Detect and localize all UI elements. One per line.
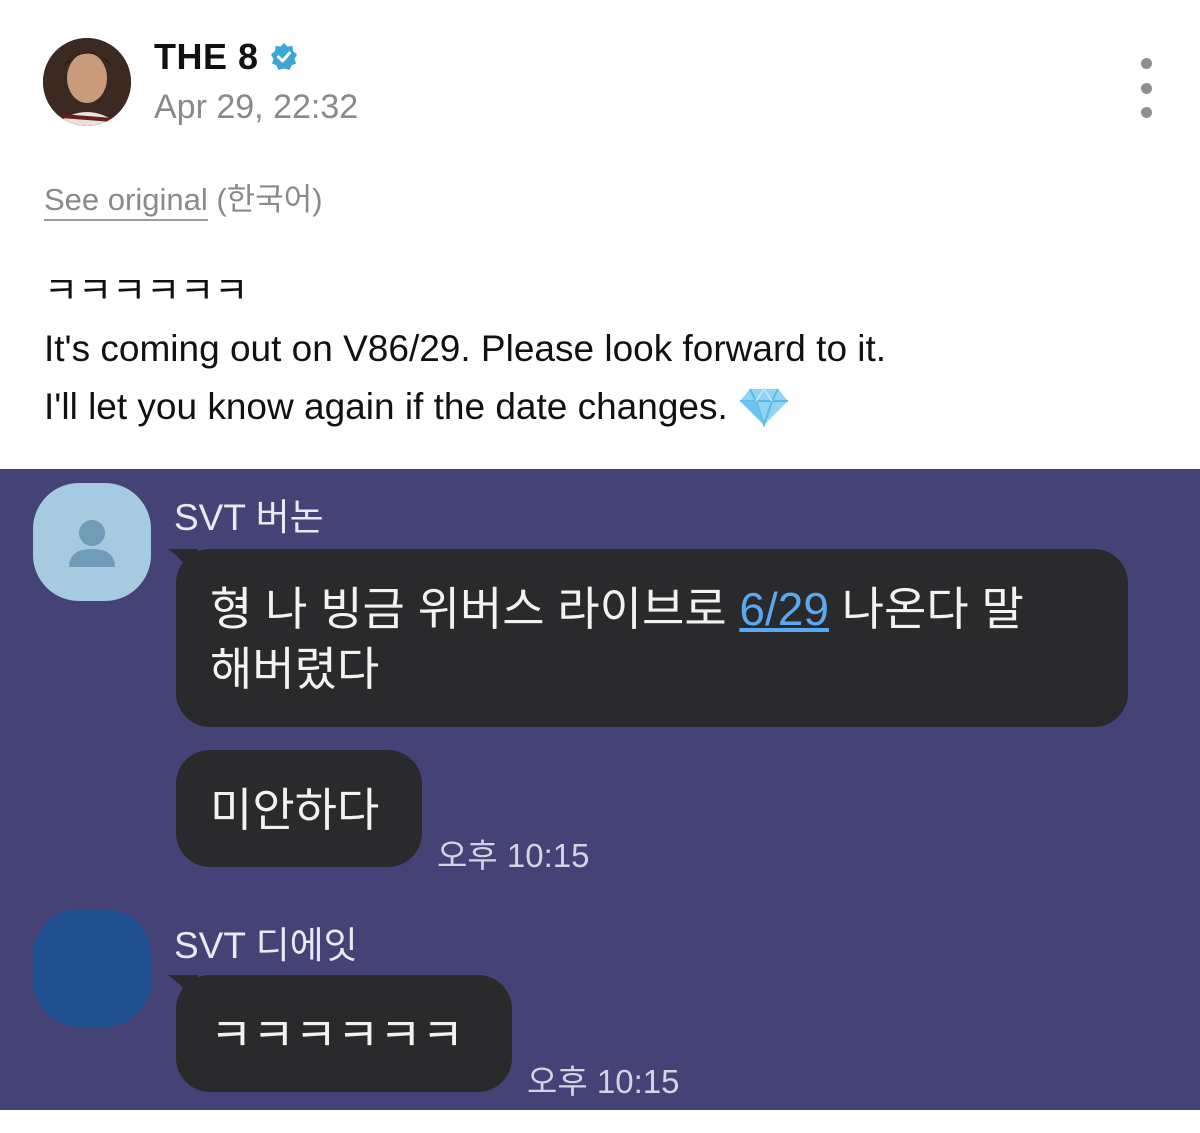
chat-bubble: 형 나 빙금 위버스 라이브로 6/29 나온다 말 해버렸다 xyxy=(168,549,1128,727)
verified-badge-icon xyxy=(270,43,297,70)
bubble-tail-icon xyxy=(168,975,198,1005)
message-text-part: 형 나 빙금 위버스 라이브로 xyxy=(210,583,740,635)
more-dot-icon xyxy=(1140,82,1152,94)
author-avatar[interactable] xyxy=(43,38,131,126)
author-name-text: THE 8 xyxy=(154,36,259,77)
message-text: 형 나 빙금 위버스 라이브로 6/29 나온다 말 xyxy=(210,579,1094,639)
message-text: 미안하다 xyxy=(210,784,380,836)
profile-picture-vernon xyxy=(33,483,151,601)
post-body: ㅋㅋㅋㅋㅋㅋ It's coming out on V86/29. Please… xyxy=(44,262,886,436)
translation-toggle: See original (한국어) xyxy=(44,174,323,221)
date-link[interactable]: 6/29 xyxy=(739,583,829,635)
post-line: ㅋㅋㅋㅋㅋㅋ xyxy=(44,270,249,311)
message-text-part: 나온다 말 xyxy=(828,583,1024,635)
post-line: It's coming out on V86/29. Please look f… xyxy=(44,328,887,369)
chat-screenshot: SVT 버논 형 나 빙금 위버스 라이브로 6/29 나온다 말 해버렸다 미… xyxy=(0,469,1200,1110)
profile-picture-the8 xyxy=(33,909,151,1027)
bubble-tail-icon xyxy=(168,549,198,579)
post-line-text: I'll let you know again if the date chan… xyxy=(44,386,728,427)
chat-bubble: ㅋㅋㅋㅋㅋㅋ xyxy=(168,975,512,1092)
more-options-button[interactable] xyxy=(1130,58,1162,118)
default-profile-icon xyxy=(69,520,115,567)
sender-name: SVT 버논 xyxy=(174,497,324,538)
gem-icon xyxy=(739,387,788,427)
author-name[interactable]: THE 8 xyxy=(154,36,299,78)
see-original-link[interactable]: See original xyxy=(44,182,208,221)
chat-bubble: 미안하다 xyxy=(176,750,422,867)
more-dot-icon xyxy=(1140,107,1152,118)
post-header: THE 8 Apr 29, 22:32 xyxy=(0,0,1200,150)
message-text-line2: 해버렸다 xyxy=(210,643,380,695)
message-time: 오후 10:15 xyxy=(527,1063,680,1100)
message-time: 오후 10:15 xyxy=(437,837,590,874)
original-language-label: (한국어) xyxy=(216,182,323,217)
post-line: I'll let you know again if the date chan… xyxy=(44,378,886,436)
post-timestamp: Apr 29, 22:32 xyxy=(154,88,359,126)
more-dot-icon xyxy=(1140,58,1152,69)
sender-name: SVT 디에잇 xyxy=(174,925,358,966)
message-text: ㅋㅋㅋㅋㅋㅋ xyxy=(210,1009,464,1061)
